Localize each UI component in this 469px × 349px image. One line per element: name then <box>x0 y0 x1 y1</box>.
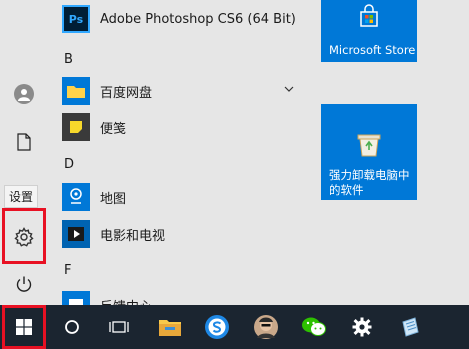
notepad-icon <box>402 317 419 337</box>
user-icon <box>14 84 34 104</box>
section-header-b[interactable]: B <box>64 52 73 67</box>
section-header-d[interactable]: D <box>64 157 74 172</box>
app-label: 便笺 <box>100 121 127 137</box>
app-label: Adobe Photoshop CS6 (64 Bit) <box>100 11 296 27</box>
list-item[interactable]: 地图 <box>62 180 302 214</box>
list-item[interactable]: 便笺 <box>62 110 302 144</box>
tile-label-line-1: 强力卸载电脑中 <box>329 168 410 182</box>
photoshop-icon: Ps <box>62 5 90 33</box>
settings-gear-icon <box>14 227 34 247</box>
app-label: 地图 <box>100 191 127 207</box>
file-explorer-icon <box>159 320 181 336</box>
task-view-icon <box>109 321 129 333</box>
user-account-button[interactable] <box>0 70 48 118</box>
start-left-rail: 设置 <box>0 0 48 305</box>
file-explorer-button[interactable] <box>146 305 194 349</box>
settings-button[interactable] <box>0 213 48 261</box>
avatar-app-icon <box>254 315 278 339</box>
list-item[interactable]: 百度网盘 <box>62 74 302 108</box>
start-button[interactable] <box>0 305 48 349</box>
settings-icon <box>352 317 372 337</box>
cortana-search-icon <box>65 320 79 334</box>
taskbar <box>0 305 469 349</box>
wechat-button[interactable] <box>290 305 338 349</box>
tile-label-line-2: 的软件 <box>329 183 364 197</box>
sogou-browser-icon <box>205 315 229 339</box>
movies-tv-icon <box>62 220 90 248</box>
power-button[interactable] <box>0 260 48 308</box>
microsoft-store-tile[interactable]: Microsoft Store <box>321 0 417 62</box>
settings-tooltip: 设置 <box>4 185 39 208</box>
wechat-icon <box>302 317 326 336</box>
sogou-browser-button[interactable] <box>193 305 241 349</box>
avatar-app-button[interactable] <box>242 305 290 349</box>
uninstall-tool-tile[interactable]: 强力卸载电脑中 的软件 <box>321 104 417 200</box>
start-windows-icon <box>16 319 32 335</box>
chevron-down-icon[interactable] <box>284 86 294 92</box>
list-item[interactable]: 电影和电视 <box>62 217 302 251</box>
settings-taskbar-button[interactable] <box>338 305 386 349</box>
tile-label: Microsoft Store <box>329 43 416 57</box>
store-bag-icon <box>360 4 378 27</box>
task-view-button[interactable] <box>95 305 143 349</box>
folder-icon <box>62 77 90 105</box>
cortana-search-button[interactable] <box>48 305 96 349</box>
recycle-bin-icon <box>357 134 381 157</box>
maps-icon <box>62 183 90 211</box>
app-label: 百度网盘 <box>100 85 153 101</box>
section-header-f[interactable]: F <box>64 263 71 278</box>
documents-button[interactable] <box>0 118 48 166</box>
power-icon <box>16 276 32 292</box>
app-label: 电影和电视 <box>100 228 166 244</box>
app-list: Ps Adobe Photoshop CS6 (64 Bit) B 百度网盘 便… <box>56 0 306 319</box>
document-icon <box>17 133 31 151</box>
sticky-notes-icon <box>62 113 90 141</box>
list-item[interactable]: Ps Adobe Photoshop CS6 (64 Bit) <box>62 2 302 36</box>
notepad-button[interactable] <box>386 305 434 349</box>
